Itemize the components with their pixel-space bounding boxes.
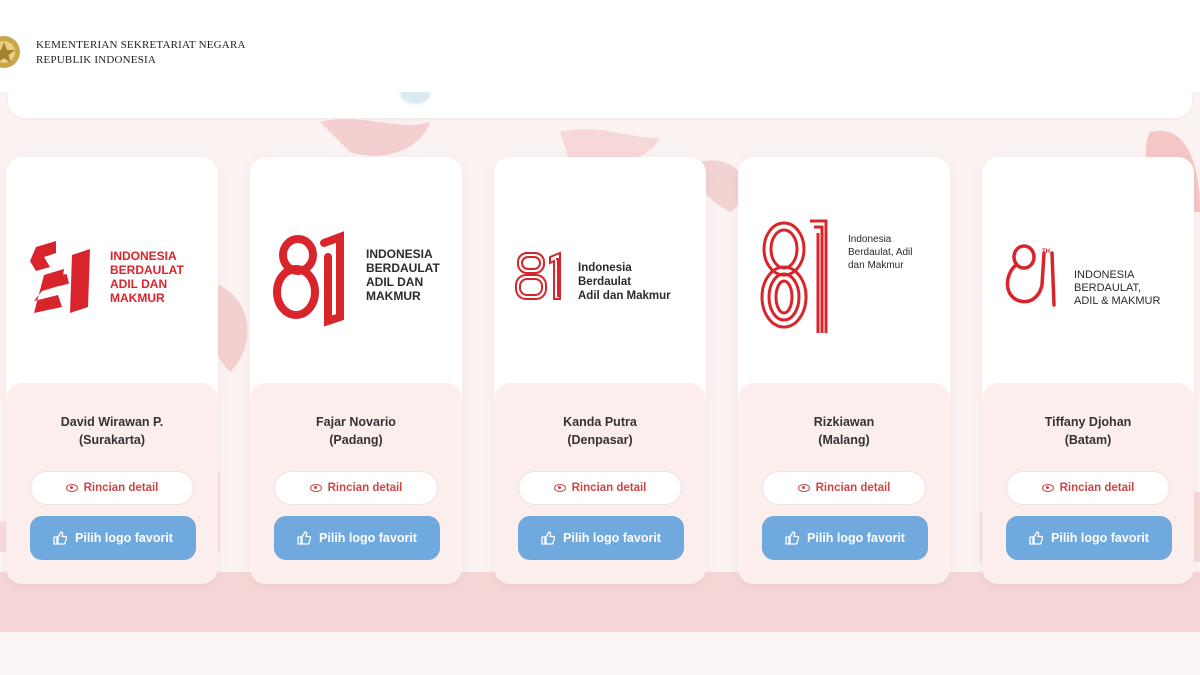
logo-81-mark: [273, 231, 344, 327]
detail-button-label: Rincian detail: [327, 482, 403, 494]
detail-button-label: Rincian detail: [83, 482, 159, 494]
thumbs-up-icon: [1029, 531, 1044, 545]
logo-line: Berdaulat: [578, 276, 631, 288]
designer-city: (Malang): [818, 433, 870, 447]
ministry-line-1: KEMENTERIAN SEKRETARIAT NEGARA: [36, 39, 246, 51]
designer-info: Tiffany Djohan (Batam): [982, 413, 1194, 449]
detail-button[interactable]: Rincian detail: [274, 471, 438, 505]
logo-line: INDONESIA: [1074, 269, 1135, 281]
logo-image: Indonesia Berdaulat, Adil dan Makmur: [738, 157, 950, 383]
detail-button[interactable]: Rincian detail: [1006, 471, 1170, 505]
logo-image: TH INDONESIA BERDAULAT, ADIL & MAKMUR: [982, 157, 1194, 383]
logo-line: ADIL DAN: [366, 275, 423, 289]
eye-icon: [1041, 484, 1054, 492]
favorite-button[interactable]: Pilih logo favorit: [30, 516, 196, 560]
logo-line: BERDAULAT,: [1074, 282, 1141, 294]
detail-button[interactable]: Rincian detail: [518, 471, 682, 505]
logo-card: Indonesia Berdaulat Adil dan Makmur Kand…: [494, 157, 706, 584]
detail-button-label: Rincian detail: [571, 482, 647, 494]
designer-name: David Wirawan P.: [60, 415, 164, 429]
favorite-button[interactable]: Pilih logo favorit: [762, 516, 928, 560]
eye-icon: [553, 484, 566, 492]
logo-line: Indonesia: [578, 262, 632, 274]
favorite-button-label: Pilih logo favorit: [1051, 531, 1149, 545]
thumbs-up-icon: [297, 531, 312, 545]
designer-info: Fajar Novario (Padang): [250, 413, 462, 449]
favorite-button-label: Pilih logo favorit: [807, 531, 905, 545]
favorite-button-label: Pilih logo favorit: [319, 531, 417, 545]
ministry-line-2: REPUBLIK INDONESIA: [36, 54, 157, 66]
detail-button[interactable]: Rincian detail: [762, 471, 926, 505]
site-header: KEMENTERIAN SEKRETARIAT NEGARA REPUBLIK …: [0, 0, 1200, 92]
card-details: Kanda Putra (Denpasar) Rincian detail Pi…: [494, 383, 706, 584]
logo-line: BERDAULAT: [366, 261, 440, 275]
designer-info: David Wirawan P. (Surakarta): [6, 413, 218, 449]
logo-card-list: INDONESIA BERDAULAT ADIL DAN MAKMUR Davi…: [4, 157, 1200, 587]
logo-line: INDONESIA: [110, 249, 177, 263]
designer-name: Rizkiawan: [813, 415, 875, 429]
card-details: Rizkiawan (Malang) Rincian detail Pilih …: [738, 383, 950, 584]
logo-line: Indonesia: [848, 234, 892, 245]
garuda-emblem-icon: [0, 36, 20, 68]
logo-line: MAKMUR: [366, 289, 421, 303]
card-details: Tiffany Djohan (Batam) Rincian detail Pi…: [982, 383, 1194, 584]
designer-info: Kanda Putra (Denpasar): [494, 413, 706, 449]
ministry-name: KEMENTERIAN SEKRETARIAT NEGARA REPUBLIK …: [36, 38, 246, 68]
logo-superscript: TH: [1042, 249, 1050, 255]
designer-city: (Surakarta): [79, 433, 145, 447]
logo-line: INDONESIA: [366, 247, 433, 261]
logo-image: Indonesia Berdaulat Adil dan Makmur: [494, 157, 706, 383]
designer-info: Rizkiawan (Malang): [738, 413, 950, 449]
favorite-button-label: Pilih logo favorit: [75, 531, 173, 545]
logo-line: Adil dan Makmur: [578, 290, 671, 302]
detail-button[interactable]: Rincian detail: [30, 471, 194, 505]
logo-image: INDONESIA BERDAULAT ADIL DAN MAKMUR: [6, 157, 218, 383]
notice-bar: [8, 84, 1192, 118]
designer-city: (Denpasar): [567, 433, 633, 447]
logo-81-mark: [30, 241, 90, 313]
thumbs-up-icon: [541, 531, 556, 545]
eye-icon: [65, 484, 78, 492]
eye-icon: [797, 484, 810, 492]
logo-card: TH INDONESIA BERDAULAT, ADIL & MAKMUR Ti…: [982, 157, 1194, 584]
favorite-button-label: Pilih logo favorit: [563, 531, 661, 545]
logo-card: INDONESIA BERDAULAT ADIL DAN MAKMUR Faja…: [250, 157, 462, 584]
designer-name: Tiffany Djohan: [1044, 415, 1132, 429]
favorite-button[interactable]: Pilih logo favorit: [274, 516, 440, 560]
favorite-button[interactable]: Pilih logo favorit: [1006, 516, 1172, 560]
logo-line: ADIL DAN: [110, 277, 167, 291]
logo-card: INDONESIA BERDAULAT ADIL DAN MAKMUR Davi…: [6, 157, 218, 584]
logo-image: INDONESIA BERDAULAT ADIL DAN MAKMUR: [250, 157, 462, 383]
designer-name: Fajar Novario: [316, 415, 396, 429]
designer-city: (Padang): [329, 433, 383, 447]
designer-name: Kanda Putra: [563, 415, 637, 429]
eye-icon: [309, 484, 322, 492]
logo-81-mark: [760, 219, 828, 333]
thumbs-up-icon: [785, 531, 800, 545]
logo-81-mark: [515, 251, 561, 300]
logo-line: BERDAULAT: [110, 263, 184, 277]
designer-city: (Batam): [1064, 433, 1112, 447]
logo-line: Berdaulat, Adil: [848, 247, 913, 258]
detail-button-label: Rincian detail: [1059, 482, 1135, 494]
card-details: Fajar Novario (Padang) Rincian detail Pi…: [250, 383, 462, 584]
logo-card: Indonesia Berdaulat, Adil dan Makmur Riz…: [738, 157, 950, 584]
favorite-button[interactable]: Pilih logo favorit: [518, 516, 684, 560]
logo-line: dan Makmur: [848, 260, 904, 271]
logo-line: MAKMUR: [110, 291, 165, 305]
detail-button-label: Rincian detail: [815, 482, 891, 494]
card-details: David Wirawan P. (Surakarta) Rincian det…: [6, 383, 218, 584]
logo-line: ADIL & MAKMUR: [1074, 295, 1160, 307]
thumbs-up-icon: [53, 531, 68, 545]
